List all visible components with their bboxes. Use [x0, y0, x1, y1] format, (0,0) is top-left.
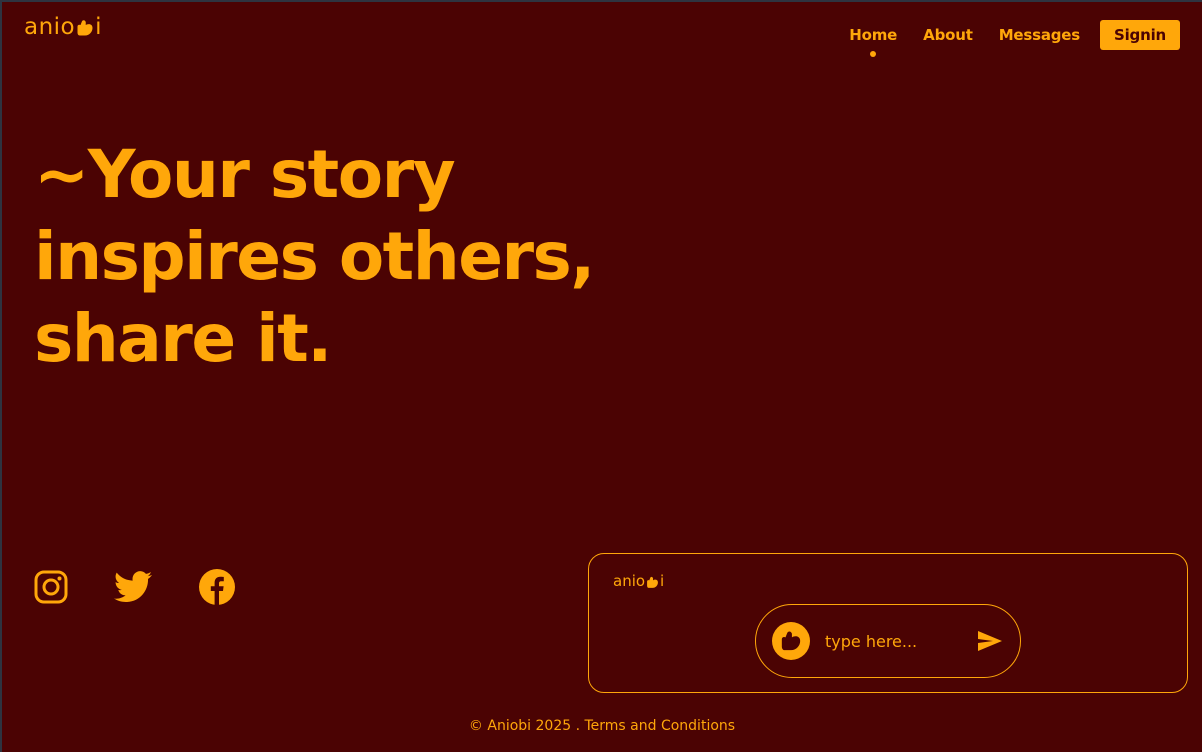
- composer-logo: anio i: [613, 572, 664, 590]
- twitter-icon[interactable]: [114, 571, 152, 607]
- composer-logo-prefix: anio: [613, 572, 646, 590]
- logo-text-suffix: i: [95, 14, 103, 40]
- nav-messages-link[interactable]: Messages: [999, 26, 1081, 44]
- send-button[interactable]: [977, 630, 1003, 652]
- send-icon: [978, 631, 1002, 651]
- facebook-icon[interactable]: [198, 568, 236, 610]
- footer: © Aniobi 2025 . Terms and Conditions: [2, 718, 1202, 734]
- logo[interactable]: anio i: [24, 16, 102, 39]
- composer-logo-suffix: i: [660, 572, 665, 590]
- logo-text-prefix: anio: [24, 14, 76, 40]
- nav-home-link[interactable]: Home: [849, 26, 897, 44]
- top-nav: Home About Messages Signin: [823, 20, 1180, 50]
- avatar: [772, 622, 810, 660]
- heart-icon: [646, 575, 659, 588]
- social-links: [34, 568, 282, 610]
- hero-line-3: share it.: [34, 300, 332, 377]
- terms-link[interactable]: . Terms and Conditions: [576, 718, 735, 734]
- heart-icon: [76, 19, 94, 37]
- message-input[interactable]: [825, 631, 965, 651]
- message-input-pill: [755, 604, 1021, 678]
- hero-line-1: ~Your story: [34, 136, 456, 213]
- hero-heading: ~Your story inspires others, share it.: [34, 134, 595, 380]
- hero-line-2: inspires others,: [34, 218, 595, 295]
- nav-about-link[interactable]: About: [923, 26, 973, 44]
- footer-copyright: © Aniobi 2025: [468, 718, 572, 734]
- instagram-icon[interactable]: [34, 570, 68, 608]
- signin-button[interactable]: Signin: [1100, 20, 1180, 50]
- heart-icon: [781, 631, 801, 651]
- message-composer: anio i: [588, 553, 1188, 693]
